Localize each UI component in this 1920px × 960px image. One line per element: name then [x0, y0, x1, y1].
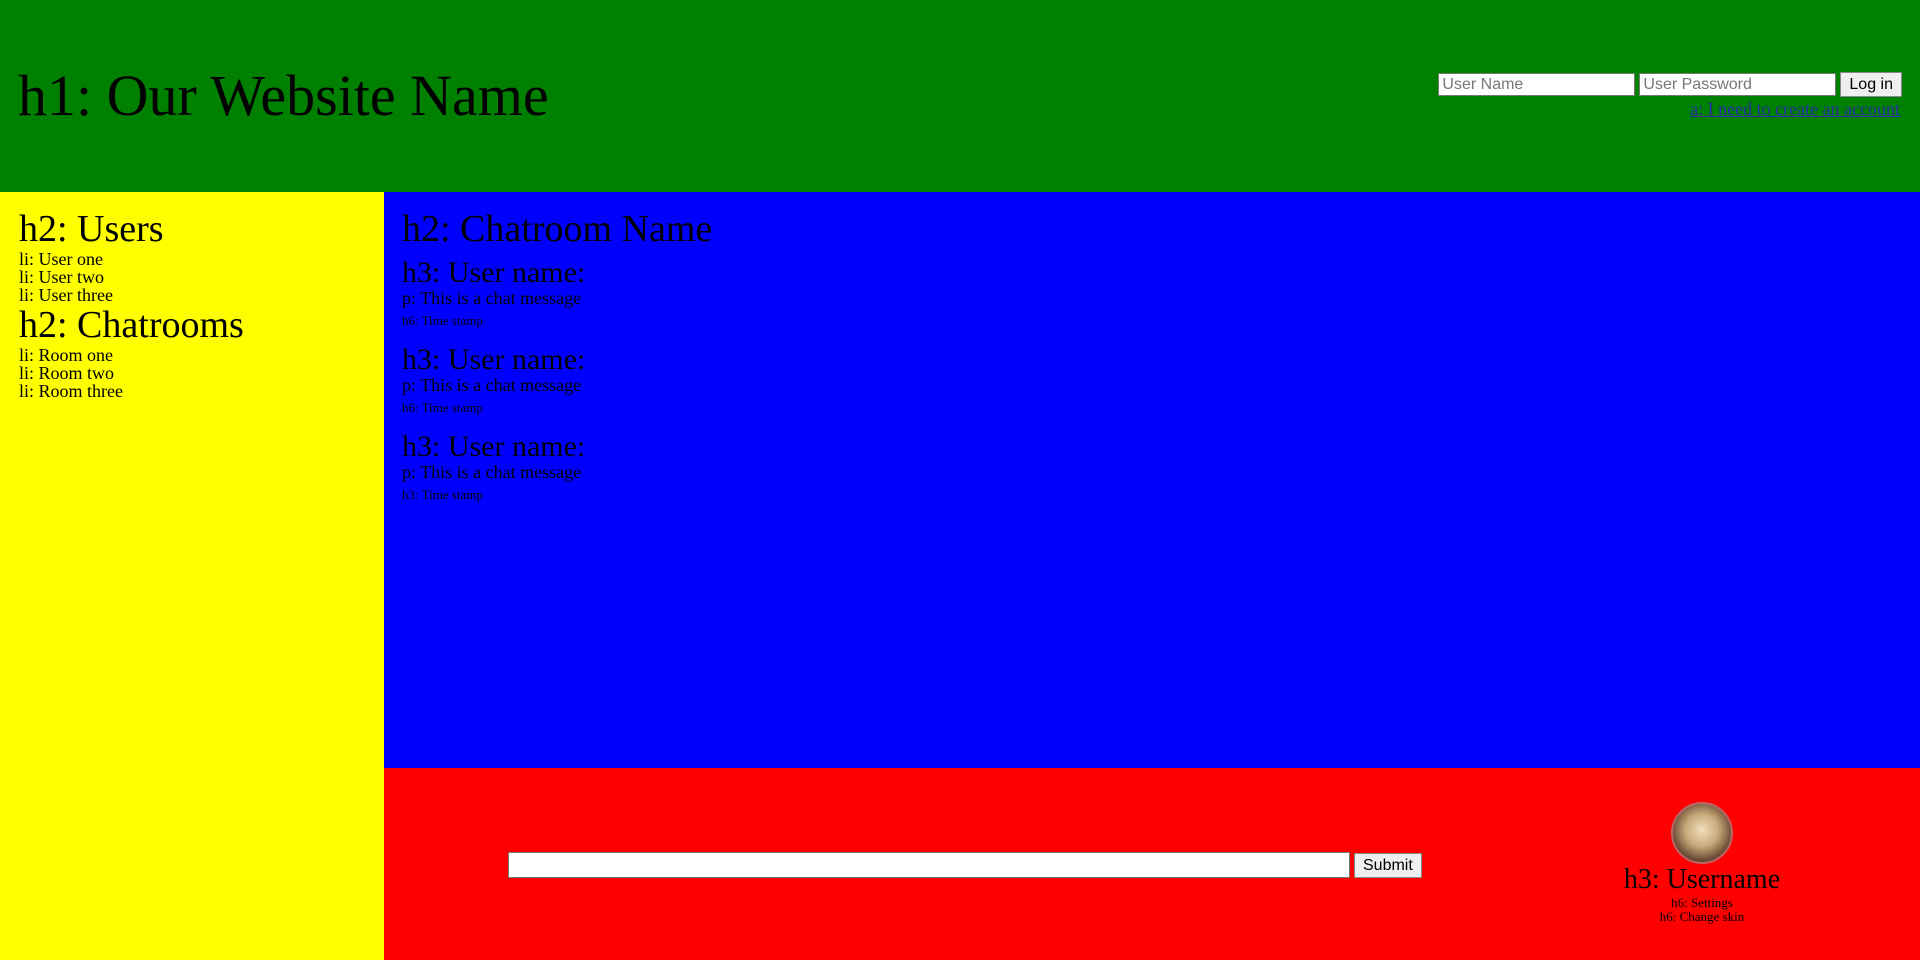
message-username: h3: User name:	[402, 343, 586, 376]
chatrooms-heading: h2: Chatrooms	[19, 304, 244, 346]
login-form: Log in	[1438, 72, 1902, 97]
username-input[interactable]	[1438, 73, 1636, 96]
message-composer: Submit h3: Username h6: Settings h6: Cha…	[384, 768, 1920, 960]
sidebar: h2: Users li: User one li: User two li: …	[0, 192, 384, 960]
change-skin-link[interactable]: h6: Change skin	[1612, 910, 1792, 924]
user-profile: h3: Username h6: Settings h6: Change ski…	[1612, 802, 1792, 924]
user-list-item[interactable]: li: User three	[19, 286, 365, 304]
avatar[interactable]	[1671, 802, 1733, 864]
chatroom-list-item[interactable]: li: Room three	[19, 382, 365, 400]
profile-username: h3: Username	[1623, 864, 1781, 895]
chatroom-list-item[interactable]: li: Room one	[19, 346, 365, 364]
chat-panel: h2: Chatroom Name h3: User name: p: This…	[384, 192, 1920, 768]
create-account-link[interactable]: a: I need to create an account	[1690, 99, 1900, 120]
users-heading: h2: Users	[19, 208, 164, 250]
message-input[interactable]	[508, 852, 1350, 878]
chatroom-list-item[interactable]: li: Room two	[19, 364, 365, 382]
users-list: li: User one li: User two li: User three	[19, 250, 365, 304]
chat-message: h3: User name: p: This is a chat message…	[402, 430, 1902, 502]
message-username: h3: User name:	[402, 256, 586, 289]
site-title: h1: Our Website Name	[18, 63, 549, 128]
chat-message: h3: User name: p: This is a chat message…	[402, 256, 1902, 328]
chatrooms-list: li: Room one li: Room two li: Room three	[19, 346, 365, 400]
message-text: p: This is a chat message	[402, 288, 582, 308]
user-list-item[interactable]: li: User one	[19, 250, 365, 268]
site-header: h1: Our Website Name Log in a: I need to…	[0, 0, 1920, 192]
login-button[interactable]: Log in	[1840, 72, 1902, 97]
settings-link[interactable]: h6: Settings	[1612, 896, 1792, 910]
password-input[interactable]	[1639, 73, 1837, 96]
message-timestamp: h6: Time stamp	[402, 313, 483, 328]
message-text: p: This is a chat message	[402, 462, 582, 482]
submit-button[interactable]: Submit	[1354, 853, 1422, 878]
chat-message: h3: User name: p: This is a chat message…	[402, 343, 1902, 415]
message-text: p: This is a chat message	[402, 375, 582, 395]
message-timestamp: h6: Time stamp	[402, 400, 483, 415]
message-username: h3: User name:	[402, 430, 586, 463]
user-list-item[interactable]: li: User two	[19, 268, 365, 286]
page: h1: Our Website Name Log in a: I need to…	[0, 0, 1920, 960]
message-timestamp: h3: Time stamp	[402, 487, 483, 502]
chatroom-title: h2: Chatroom Name	[402, 208, 713, 250]
